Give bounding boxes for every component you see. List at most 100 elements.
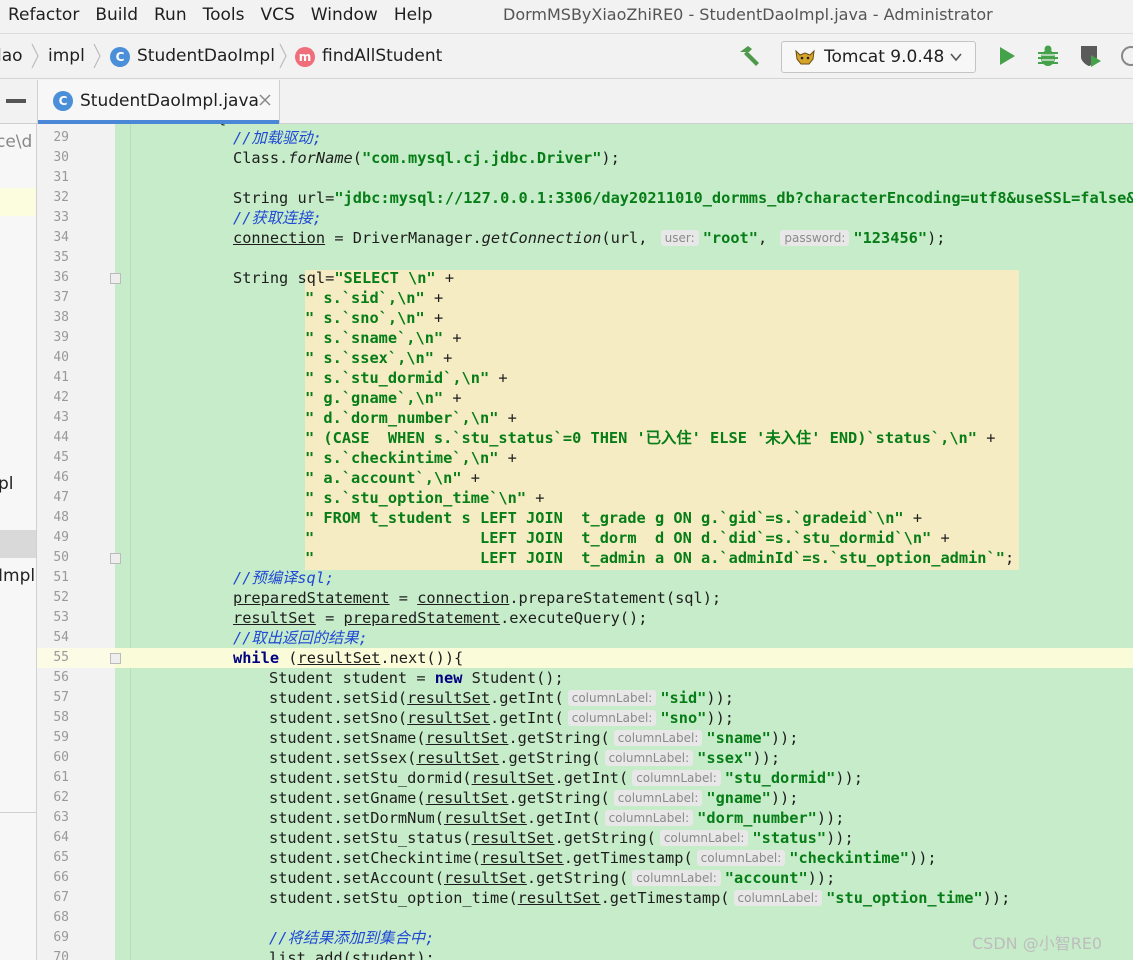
code-line-29: 29 //加载驱动; (37, 128, 1133, 148)
code-line-37: 37 " s.`sid`,\n" + (53, 289, 444, 307)
code-line-58: 58 student.setSno(resultSet.getInt(column… (37, 708, 1133, 728)
code-line-42: 42 " g.`gname`,\n" + (53, 389, 462, 407)
line-number: 58 (53, 710, 69, 725)
parameter-hint: columnLabel: (733, 890, 823, 906)
code-line-45: 45 " s.`checkintime`,\n" + (53, 449, 517, 467)
class-icon: C (53, 91, 73, 111)
code-text: Class.forName("com.mysql.cj.jdbc.Driver"… (233, 149, 620, 167)
code-line-32: 32 String url="jdbc:mysql://127.0.0.1:33… (37, 188, 1133, 208)
menu-help[interactable]: Help (386, 0, 441, 33)
run-icon[interactable] (994, 43, 1020, 69)
code-text: student.setAccount(resultSet.getString(c… (269, 869, 836, 887)
breadcrumb-class[interactable]: StudentDaoImpl (137, 34, 275, 80)
code-editor[interactable]: { 29 //加载驱动; 30 Class.forName("com.mysql… (37, 124, 1133, 960)
breadcrumb-separator-icon (279, 43, 287, 69)
code-line-38: 38 " s.`sno`,\n" + (53, 309, 444, 327)
run-configuration-label: Tomcat 9.0.48 (824, 47, 945, 67)
tomcat-icon (795, 49, 815, 65)
code-text: connection = DriverManager.getConnection… (233, 229, 946, 247)
profiler-icon[interactable] (1118, 43, 1133, 69)
close-icon[interactable] (258, 93, 272, 107)
code-line-53: 53 resultSet = preparedStatement.executeQ… (53, 609, 648, 627)
project-tree-highlight (0, 188, 36, 216)
code-text: student.setStu_dormid(resultSet.getInt(c… (269, 769, 863, 787)
code-line-30: 30 Class.forName("com.mysql.cj.jdbc.Driv… (37, 148, 1133, 168)
line-number: 65 (53, 850, 69, 865)
line-number: 59 (53, 730, 69, 745)
line-number: 60 (53, 750, 69, 765)
line-number: 61 (53, 770, 69, 785)
menu-vcs[interactable]: VCS (253, 0, 303, 33)
tab-label: StudentDaoImpl.java (80, 91, 259, 111)
menu-tools[interactable]: Tools (195, 0, 253, 33)
project-tree-selected-row[interactable] (0, 530, 36, 558)
debug-bug-icon[interactable] (1035, 43, 1061, 69)
code-line-46: 46 " a.`account`,\n" + (53, 469, 480, 487)
code-text: student.setDormNum(resultSet.getInt(colu… (269, 809, 845, 827)
parameter-hint: columnLabel: (613, 790, 703, 806)
tab-studentdaoimpl[interactable]: C StudentDaoImpl.java (37, 80, 280, 124)
window-title: DormMSByXiaoZhiRE0 - StudentDaoImpl.java… (503, 5, 993, 24)
code-line-39: 39 " s.`sname`,\n" + (53, 329, 462, 347)
code-line-61: 61 student.setStu_dormid(resultSet.getInt… (37, 768, 1133, 788)
fold-icon[interactable] (110, 553, 121, 564)
build-hammer-icon[interactable] (736, 42, 764, 70)
run-configuration-select[interactable]: Tomcat 9.0.48 (781, 41, 976, 73)
line-number: 35 (53, 250, 69, 265)
parameter-hint: columnLabel: (604, 750, 694, 766)
code-line-64: 64 student.setStu_status(resultSet.getStr… (37, 828, 1133, 848)
code-line-43: 43 " d.`dorm_number`,\n" + (53, 409, 517, 427)
parameter-hint: user: (660, 230, 699, 246)
project-tree-fragment[interactable]: ce\d (0, 132, 32, 152)
code-line-66: 66 student.setAccount(resultSet.getString… (37, 868, 1133, 888)
menu-build[interactable]: Build (87, 0, 146, 33)
parameter-hint: columnLabel: (567, 710, 657, 726)
parameter-hint: columnLabel: (696, 850, 786, 866)
code-text: student.setCheckintime(resultSet.getTime… (269, 849, 937, 867)
breadcrumb-package-dao[interactable]: lao (0, 34, 23, 80)
menu-refactor[interactable]: Refactor (0, 0, 87, 33)
code-text: String sql="SELECT \n" + (233, 269, 455, 287)
parameter-hint: columnLabel: (613, 730, 703, 746)
code-text: //获取连接; (233, 209, 322, 227)
code-line-59: 59 student.setSname(resultSet.getString(c… (37, 728, 1133, 748)
line-number: 32 (53, 190, 69, 205)
breadcrumb-method[interactable]: findAllStudent (322, 34, 442, 80)
line-number: 34 (53, 230, 69, 245)
project-tree-fragment[interactable]: pl (0, 474, 14, 494)
code-text: //加载驱动; (233, 129, 322, 147)
line-number: 29 (53, 130, 69, 145)
code-line-68: 68 (53, 910, 69, 925)
code-line-40: 40 " s.`ssex`,\n" + (53, 349, 453, 367)
collapse-panel-icon[interactable] (6, 99, 26, 103)
parameter-hint: columnLabel: (604, 810, 694, 826)
code-text: student.setSname(resultSet.getString(col… (269, 729, 799, 747)
fold-icon[interactable] (110, 273, 121, 284)
menu-window[interactable]: Window (303, 0, 386, 33)
code-text: student.setGname(resultSet.getString(col… (269, 789, 799, 807)
coverage-shield-icon[interactable] (1077, 43, 1103, 69)
code-line-34: 34 connection = DriverManager.getConnect… (37, 228, 1133, 248)
code-line-62: 62 student.setGname(resultSet.getString(c… (37, 788, 1133, 808)
parameter-hint: columnLabel: (659, 830, 749, 846)
code-line-56: 56 Student student = new Student(); (53, 669, 564, 687)
watermark: CSDN @小智RE0 (972, 934, 1103, 953)
line-number: 31 (53, 170, 69, 185)
parameter-hint: columnLabel: (632, 870, 721, 886)
navigation-bar: lao impl C StudentDaoImpl m findAllStude… (0, 33, 1133, 79)
method-icon: m (295, 47, 315, 67)
code-line-33: 33 //获取连接; (37, 208, 1133, 228)
code-line-35: 35 (37, 248, 1133, 268)
code-line-49: 49 " LEFT JOIN t_dorm d ON d.`did`=s.`stu… (53, 529, 950, 547)
breadcrumb-package-impl[interactable]: impl (48, 34, 85, 80)
code-line-70: 70 list.add(student); (53, 949, 435, 960)
fold-icon[interactable] (110, 653, 121, 664)
line-number: 36 (53, 270, 69, 285)
code-line-60: 60 student.setSsex(resultSet.getString(co… (37, 748, 1133, 768)
menu-run[interactable]: Run (146, 0, 195, 33)
code-line-54: 54//取出返回的结果; (53, 629, 368, 647)
chevron-down-icon (950, 53, 962, 62)
code-line-41: 41 " s.`stu_dormid`,\n" + (53, 369, 508, 387)
code-line-69: 69//将结果添加到集合中; (53, 929, 435, 947)
project-tree-fragment[interactable]: Impl (0, 566, 35, 586)
